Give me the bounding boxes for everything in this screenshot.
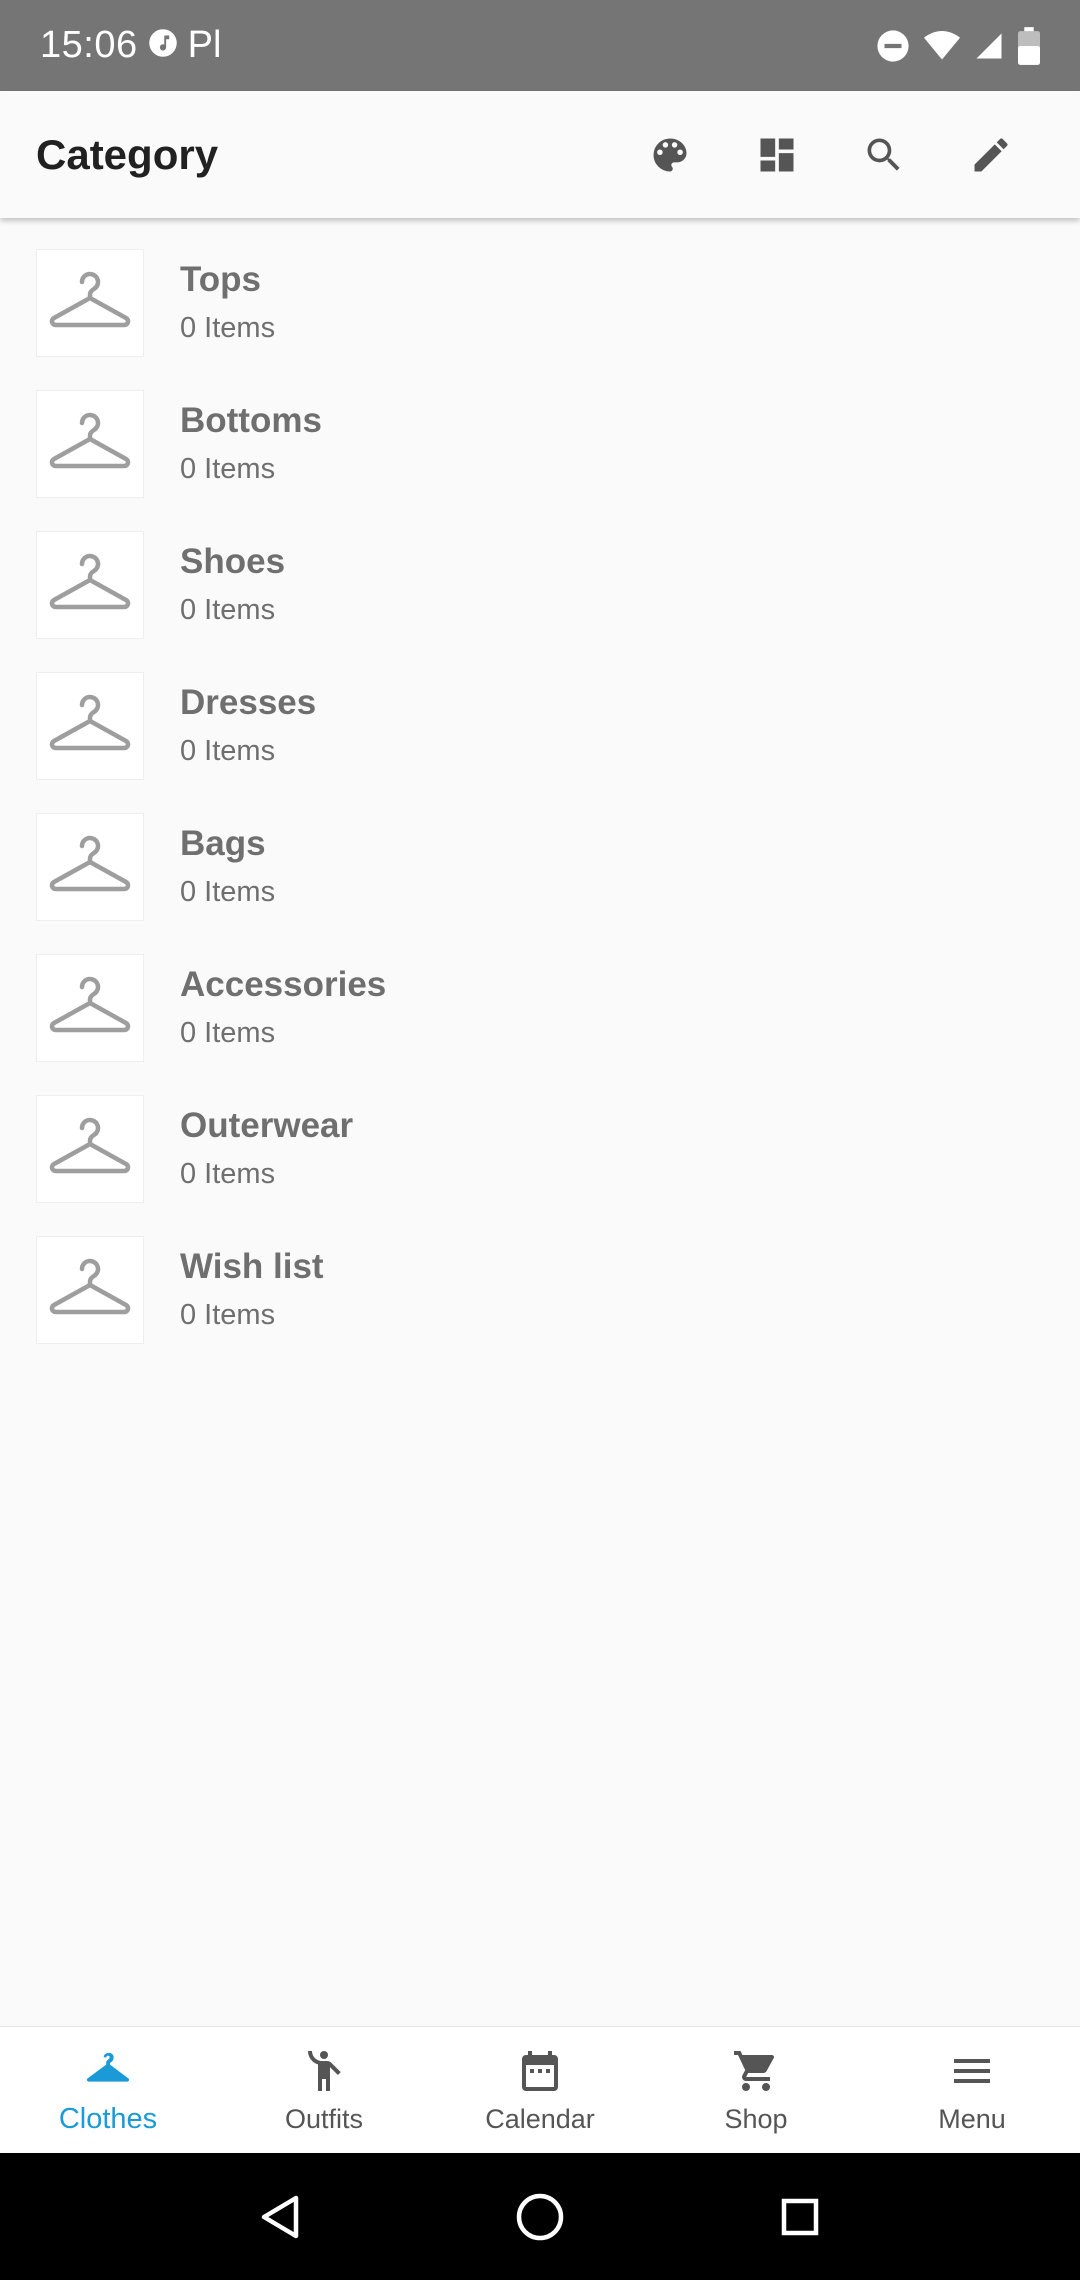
category-text: Tops 0 Items: [180, 260, 275, 345]
category-thumbnail: [36, 812, 144, 921]
category-count: 0 Items: [180, 312, 276, 344]
battery-icon: [1018, 26, 1040, 65]
hanger-icon: [84, 2045, 132, 2095]
category-count: 0 Items: [180, 1017, 276, 1049]
music-note-icon: [148, 28, 178, 63]
category-count: 0 Items: [180, 453, 276, 485]
hanger-icon: [38, 542, 142, 627]
category-text: Wish list 0 Items: [180, 1247, 324, 1332]
category-thumbnail: [36, 1094, 144, 1203]
cart-icon: [732, 2046, 780, 2096]
category-row[interactable]: Bags 0 Items: [0, 796, 1080, 937]
nav-calendar[interactable]: Calendar: [432, 2027, 648, 2153]
category-name: Bottoms: [180, 401, 322, 440]
do-not-disturb-icon: [876, 29, 910, 63]
category-text: Bags 0 Items: [180, 824, 275, 909]
category-text: Outerwear 0 Items: [180, 1106, 353, 1191]
hanger-icon: [38, 1106, 142, 1191]
status-time: 15:06: [40, 24, 138, 66]
nav-shop[interactable]: Shop: [648, 2027, 864, 2153]
status-bar: 15:06 Pl: [0, 0, 1080, 91]
category-text: Dresses 0 Items: [180, 683, 316, 768]
nav-label: Outfits: [284, 2103, 364, 2134]
category-row[interactable]: Tops 0 Items: [0, 232, 1080, 373]
category-thumbnail: [36, 953, 144, 1062]
category-name: Tops: [180, 260, 262, 299]
person-icon: [300, 2046, 348, 2096]
category-thumbnail: [36, 389, 144, 498]
home-button[interactable]: [495, 2172, 585, 2262]
home-circle-icon: [516, 2193, 564, 2240]
wifi-icon: [924, 30, 960, 61]
recents-button[interactable]: [755, 2172, 845, 2262]
category-name: Bags: [180, 824, 266, 863]
nav-label: Calendar: [485, 2103, 595, 2134]
category-count: 0 Items: [180, 594, 276, 626]
layout-button[interactable]: [723, 101, 830, 208]
category-row[interactable]: Outerwear 0 Items: [0, 1078, 1080, 1219]
palette-icon: [653, 138, 686, 171]
category-text: Accessories 0 Items: [180, 965, 386, 1050]
status-carrier: Pl: [187, 24, 222, 66]
nav-outfits[interactable]: Outfits: [216, 2027, 432, 2153]
status-icons: [876, 26, 1040, 65]
edit-button[interactable]: [937, 101, 1044, 208]
category-thumbnail: [36, 1235, 144, 1344]
cell-signal-icon: [974, 31, 1004, 61]
page-title: Category: [36, 130, 219, 178]
bottom-nav: Clothes Outfits Calendar Shop Menu: [0, 2026, 1080, 2153]
system-nav-bar: [0, 2153, 1080, 2280]
nav-label: Clothes: [58, 2102, 158, 2135]
category-text: Shoes 0 Items: [180, 542, 285, 627]
back-triangle-icon: [261, 2195, 299, 2238]
hanger-icon: [38, 965, 142, 1050]
nav-label: Shop: [724, 2103, 788, 2134]
search-button[interactable]: [830, 101, 937, 208]
app-bar: Category: [0, 91, 1080, 218]
back-button[interactable]: [235, 2172, 325, 2262]
category-thumbnail: [36, 530, 144, 639]
search-icon: [867, 138, 900, 171]
category-row[interactable]: Shoes 0 Items: [0, 514, 1080, 655]
category-name: Outerwear: [180, 1106, 354, 1145]
category-name: Wish list: [180, 1247, 324, 1286]
category-list: Tops 0 Items Bottoms 0 Items Shoes 0 Items Dre…: [0, 232, 1080, 1360]
edit-icon: [974, 137, 1008, 171]
recents-square-icon: [781, 2198, 819, 2235]
category-name: Dresses: [180, 683, 317, 722]
category-row[interactable]: Dresses 0 Items: [0, 655, 1080, 796]
category-row[interactable]: Wish list 0 Items: [0, 1219, 1080, 1360]
category-thumbnail: [36, 248, 144, 357]
hanger-icon: [38, 401, 142, 486]
category-text: Bottoms 0 Items: [180, 401, 322, 486]
hanger-icon: [38, 260, 142, 345]
category-name: Accessories: [180, 965, 387, 1004]
nav-clothes[interactable]: Clothes: [0, 2027, 216, 2153]
theme-button[interactable]: [616, 101, 723, 208]
menu-icon: [948, 2046, 996, 2096]
category-count: 0 Items: [180, 876, 276, 908]
dashboard-icon: [760, 138, 793, 171]
hanger-icon: [38, 1247, 142, 1332]
status-left: 15:06 Pl: [40, 24, 221, 67]
app-bar-actions: [616, 101, 1044, 208]
hanger-icon: [38, 824, 142, 909]
category-thumbnail: [36, 671, 144, 780]
nav-menu[interactable]: Menu: [864, 2027, 1080, 2153]
category-name: Shoes: [180, 542, 286, 581]
category-count: 0 Items: [180, 1299, 276, 1331]
hanger-icon: [38, 683, 142, 768]
calendar-icon: [516, 2046, 564, 2096]
category-count: 0 Items: [180, 735, 276, 767]
category-row[interactable]: Accessories 0 Items: [0, 937, 1080, 1078]
category-count: 0 Items: [180, 1158, 276, 1190]
nav-label: Menu: [938, 2103, 1006, 2134]
category-row[interactable]: Bottoms 0 Items: [0, 373, 1080, 514]
